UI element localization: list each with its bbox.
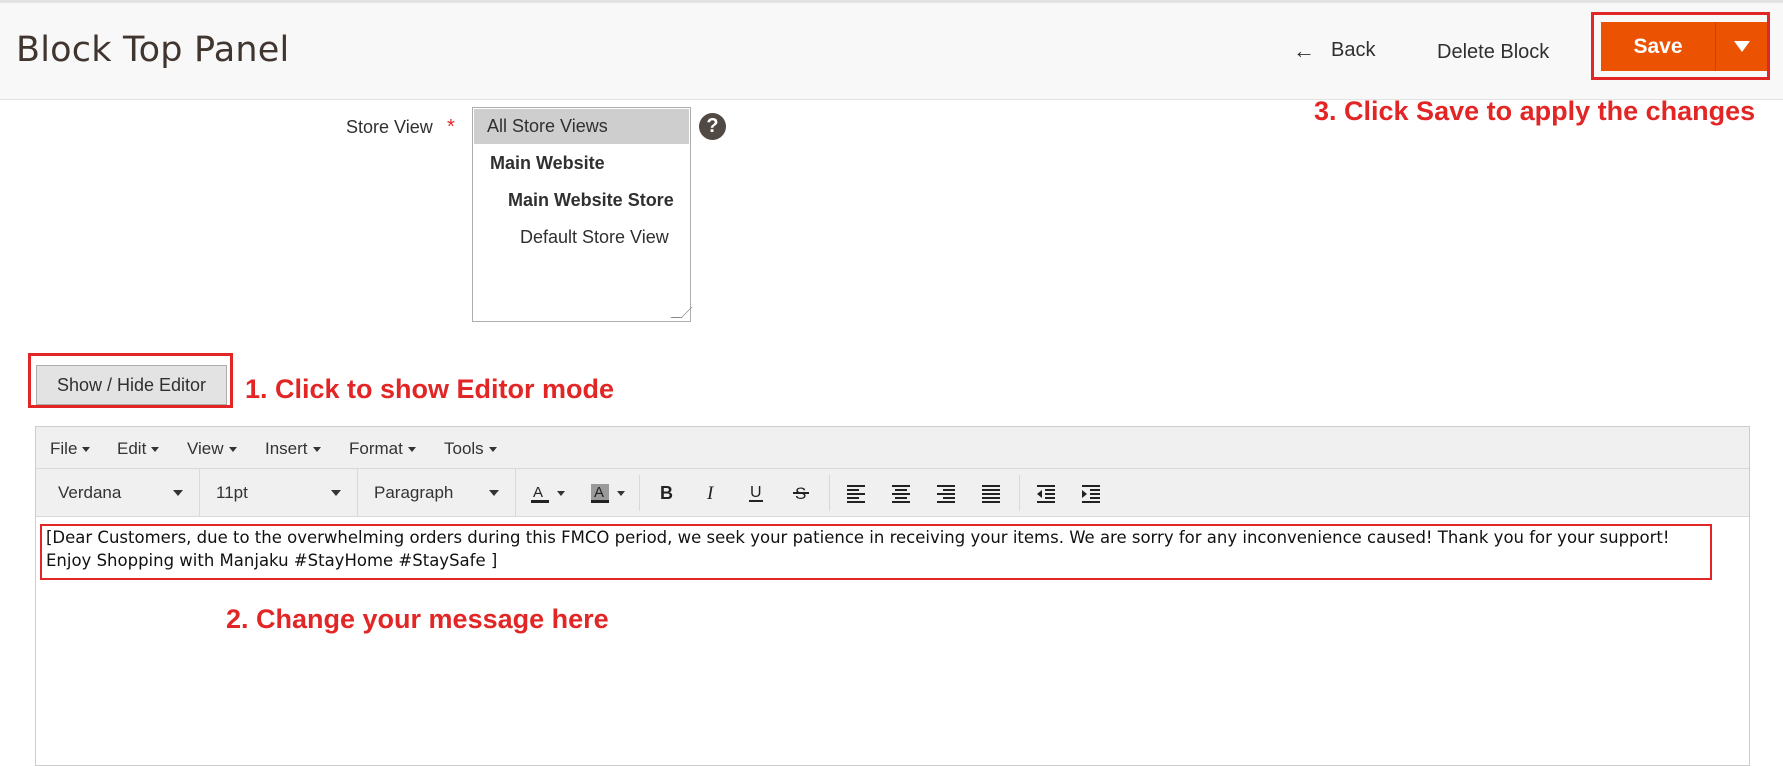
menu-insert-label: Insert <box>265 439 308 458</box>
block-format-value: Paragraph <box>374 482 454 502</box>
caret-down-icon <box>228 446 237 452</box>
menu-format-label: Format <box>349 439 403 458</box>
editor-toolbar: Verdana 11pt Paragraph A A B I U S <box>36 469 1749 517</box>
store-view-label: Store View <box>346 117 433 137</box>
svg-text:B: B <box>660 483 673 503</box>
menu-insert[interactable]: Insert <box>265 439 321 459</box>
page-title: Block Top Panel <box>16 30 290 70</box>
toolbar-separator <box>1019 475 1020 511</box>
align-justify-button[interactable] <box>975 477 1007 509</box>
resize-handle-icon[interactable] <box>670 307 693 318</box>
font-size-select[interactable]: 11pt <box>200 469 358 516</box>
caret-down-icon <box>173 489 183 496</box>
back-label: Back <box>1331 39 1376 61</box>
bold-button[interactable]: B <box>650 477 682 509</box>
annotation-step-1: 1. Click to show Editor mode <box>245 374 615 404</box>
align-justify-icon <box>982 485 1000 503</box>
store-view-option-all[interactable]: All Store Views <box>474 109 689 144</box>
caret-down-icon <box>557 490 565 496</box>
indent-button[interactable] <box>1075 477 1107 509</box>
align-center-icon <box>892 485 910 503</box>
annotation-step-2: 2. Change your message here <box>226 604 609 634</box>
caret-down-icon <box>331 489 341 496</box>
store-view-option-website[interactable]: Main Website <box>474 146 689 181</box>
svg-text:I: I <box>706 483 715 504</box>
strikethrough-icon: S <box>793 484 809 503</box>
svg-text:A: A <box>533 484 543 501</box>
strikethrough-button[interactable]: S <box>785 477 817 509</box>
required-asterisk: * <box>447 116 455 138</box>
help-icon[interactable]: ? <box>699 113 726 140</box>
outdent-button[interactable] <box>1030 477 1062 509</box>
text-color-dropdown[interactable] <box>552 477 570 509</box>
text-color-icon: A <box>531 484 549 503</box>
caret-down-icon <box>488 446 497 452</box>
caret-down-icon <box>407 446 416 452</box>
menu-edit-label: Edit <box>117 439 147 458</box>
toolbar-separator <box>829 475 830 511</box>
menu-file-label: File <box>50 439 78 458</box>
store-view-option-default[interactable]: Default Store View <box>474 220 689 255</box>
font-family-select[interactable]: Verdana <box>42 469 200 516</box>
menu-view-label: View <box>187 439 224 458</box>
menu-tools[interactable]: Tools <box>444 439 497 459</box>
bold-icon: B <box>660 483 673 503</box>
store-view-multiselect[interactable]: All Store Views Main Website Main Websit… <box>472 107 693 322</box>
delete-block-button[interactable]: Delete Block <box>1437 41 1549 64</box>
editor-content[interactable]: [Dear Customers, due to the overwhelming… <box>46 526 1706 572</box>
save-button[interactable]: Save <box>1601 22 1715 71</box>
toolbar-separator <box>639 475 640 511</box>
align-right-button[interactable] <box>930 477 962 509</box>
caret-down-icon <box>312 446 321 452</box>
menu-tools-label: Tools <box>444 439 484 458</box>
background-color-dropdown[interactable] <box>612 477 630 509</box>
caret-down-icon <box>489 489 499 496</box>
caret-down-icon <box>82 446 91 452</box>
underline-button[interactable]: U <box>740 477 772 509</box>
store-view-option-store[interactable]: Main Website Store <box>474 183 689 218</box>
arrow-left-icon: ← <box>1293 37 1315 63</box>
caret-down-icon <box>617 490 625 496</box>
background-color-icon: A <box>591 484 609 503</box>
block-format-select[interactable]: Paragraph <box>358 469 516 516</box>
italic-icon: I <box>706 483 715 504</box>
underline-icon: U <box>749 484 763 502</box>
menu-edit[interactable]: Edit <box>117 439 160 459</box>
outdent-icon <box>1037 485 1055 503</box>
editor-menubar: File Edit View Insert Format Tools <box>36 427 1749 469</box>
font-family-value: Verdana <box>58 482 122 502</box>
align-left-button[interactable] <box>840 477 872 509</box>
italic-button[interactable]: I <box>695 477 727 509</box>
back-button[interactable]: ← Back <box>1293 39 1375 62</box>
triangle-down-icon <box>1733 41 1750 52</box>
svg-text:U: U <box>750 484 762 501</box>
align-left-icon <box>847 485 865 503</box>
save-options-toggle[interactable] <box>1715 22 1767 71</box>
menu-view[interactable]: View <box>187 439 237 459</box>
menu-format[interactable]: Format <box>349 439 416 459</box>
caret-down-icon <box>151 446 160 452</box>
annotation-step-3: 3. Click Save to apply the changes <box>1314 96 1756 126</box>
svg-text:A: A <box>594 484 604 501</box>
align-center-button[interactable] <box>885 477 917 509</box>
show-hide-editor-button[interactable]: Show / Hide Editor <box>36 365 227 405</box>
font-size-value: 11pt <box>216 482 248 502</box>
indent-icon <box>1082 485 1100 503</box>
menu-file[interactable]: File <box>50 439 91 459</box>
align-right-icon <box>937 485 955 503</box>
